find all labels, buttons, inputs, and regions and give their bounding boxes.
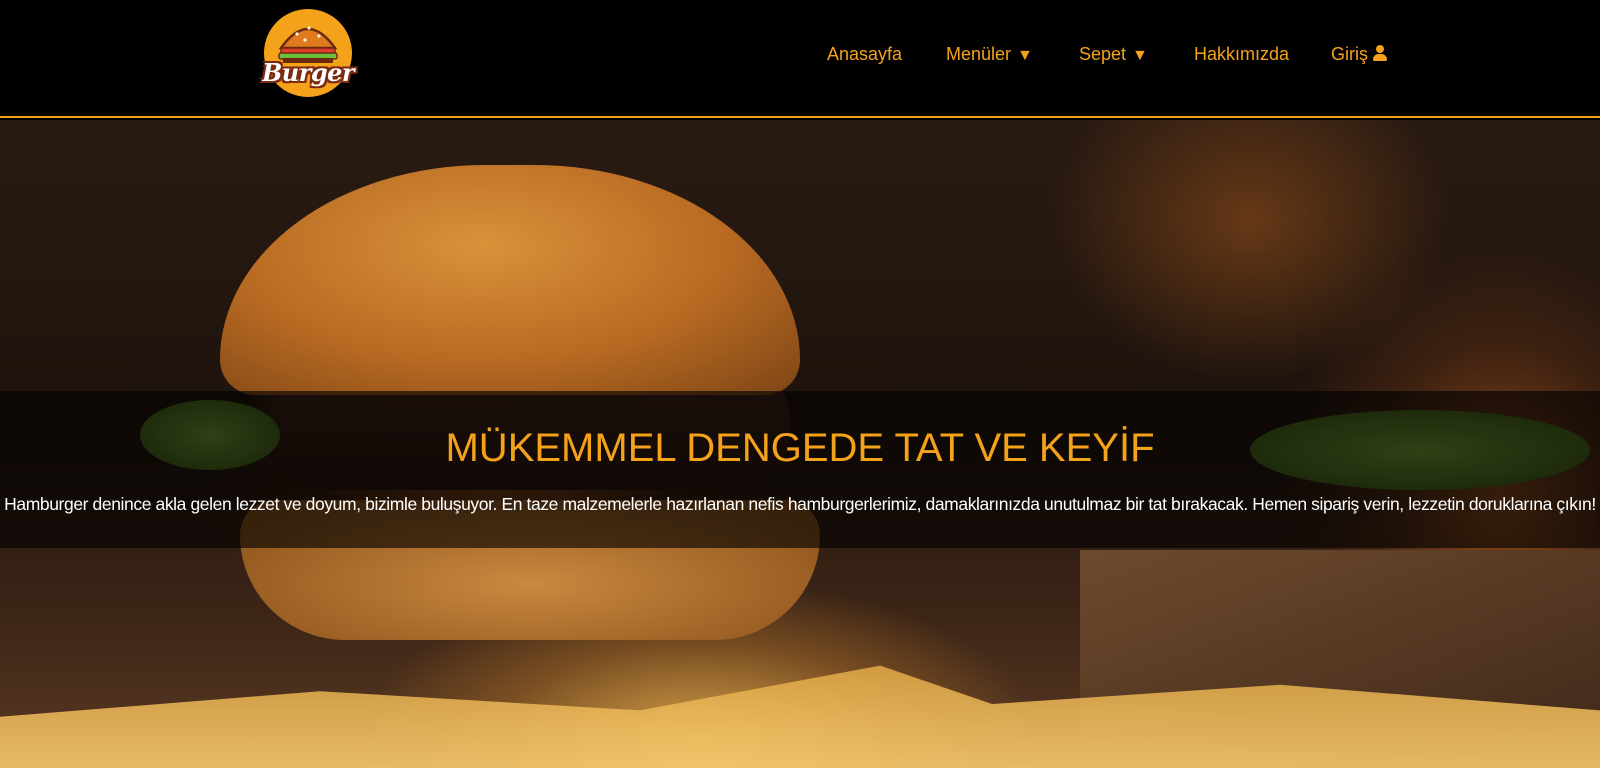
hero-section: MÜKEMMEL DENGEDE TAT VE KEYİF Hamburger … bbox=[0, 120, 1600, 768]
hero-title: MÜKEMMEL DENGEDE TAT VE KEYİF bbox=[445, 426, 1155, 470]
nav-item-label: Menüler bbox=[946, 44, 1012, 64]
hero-background-image bbox=[220, 165, 800, 395]
main-nav: Anasayfa Menüler ▼ Sepet ▼ Hakkımızda Giri… bbox=[0, 40, 1600, 70]
nav-item-label: Hakkımızda bbox=[1194, 44, 1290, 64]
hero-banner: MÜKEMMEL DENGEDE TAT VE KEYİF Hamburger … bbox=[0, 391, 1600, 548]
nav-item-giris[interactable]: Giriş bbox=[1331, 43, 1387, 65]
caret-down-icon: ▼ bbox=[1017, 47, 1033, 64]
nav-item-label: Sepet bbox=[1079, 44, 1127, 64]
nav-item-label: Giriş bbox=[1331, 44, 1368, 64]
navbar: Burger Anasayfa Menüler ▼ Sepet ▼ Hakkımız… bbox=[0, 0, 1600, 118]
nav-item-menuler[interactable]: Menüler ▼ bbox=[946, 43, 1033, 67]
nav-item-anasayfa[interactable]: Anasayfa bbox=[827, 43, 902, 65]
nav-item-hakkimizda[interactable]: Hakkımızda bbox=[1194, 43, 1289, 65]
user-icon bbox=[1373, 45, 1387, 61]
nav-item-label: Anasayfa bbox=[827, 44, 903, 64]
caret-down-icon: ▼ bbox=[1132, 47, 1148, 64]
hero-description: Hamburger denince akla gelen lezzet ve d… bbox=[4, 494, 1596, 514]
nav-item-sepet[interactable]: Sepet ▼ bbox=[1079, 43, 1148, 67]
